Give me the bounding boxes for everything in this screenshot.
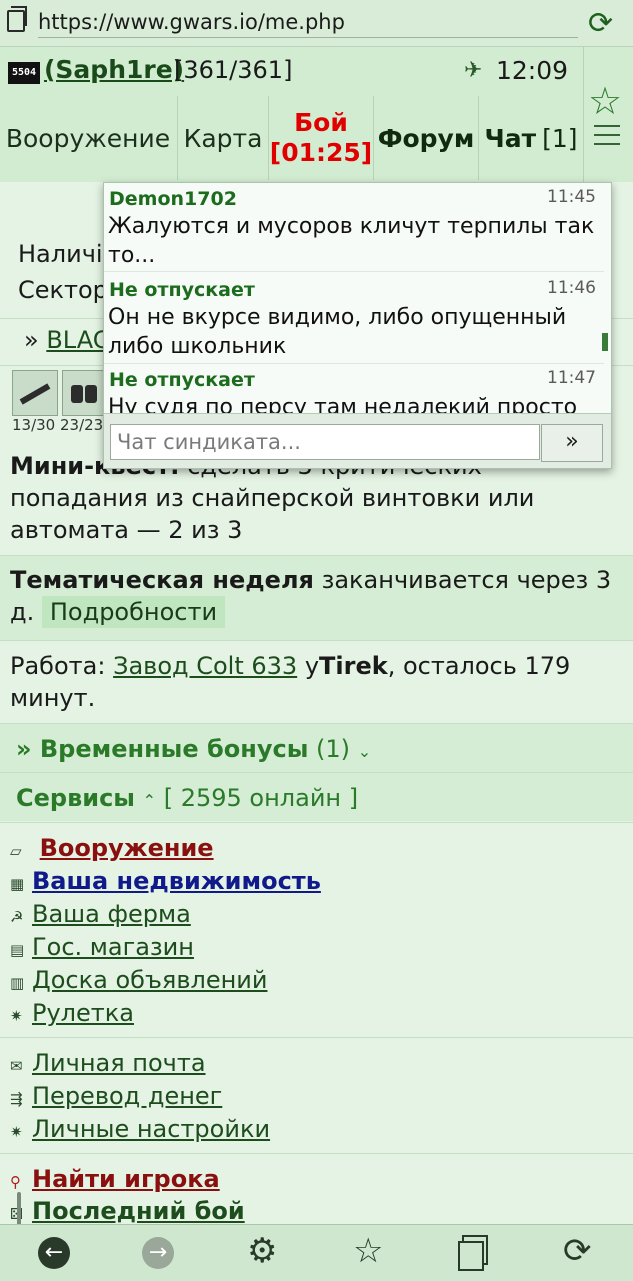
clan-logo: 5504 bbox=[8, 62, 40, 84]
bonuses-toggle[interactable]: » Временные бонусы (1) ⌄ bbox=[16, 735, 371, 763]
pistol-icon: ▱ bbox=[10, 842, 22, 860]
services-label: Сервисы bbox=[16, 784, 136, 812]
service-money-transfer[interactable]: ⇶ Перевод денег bbox=[10, 1082, 222, 1110]
chat-author[interactable]: Demon1702 bbox=[109, 188, 237, 210]
work-label: Работа: bbox=[10, 652, 106, 680]
details-button[interactable]: Подробности bbox=[41, 596, 226, 628]
miniquest-line3: автомата — 2 из 3 bbox=[10, 516, 243, 544]
spark-icon: ✷ bbox=[10, 1007, 23, 1025]
inventory-counts: 13/30 23/23 bbox=[12, 416, 104, 434]
nav-chat-count: [1] bbox=[542, 123, 578, 153]
service-find-player[interactable]: ⚲ Найти игрока bbox=[10, 1165, 220, 1193]
chat-time: 11:47 bbox=[547, 368, 596, 388]
dice-icon: ⚄ bbox=[10, 1205, 32, 1223]
theme-week-text: заканчивается через 3 bbox=[321, 566, 612, 594]
service-mail[interactable]: ✉ Личная почта bbox=[10, 1049, 206, 1077]
gear-icon[interactable]: ⚙ bbox=[247, 1231, 277, 1271]
service-roulette[interactable]: ✷ Рулетка bbox=[10, 999, 134, 1027]
chevron-up-icon: ⌃ bbox=[142, 791, 157, 810]
service-armament[interactable]: ▱ Вооружение bbox=[10, 834, 214, 862]
inventory-slot-binoculars[interactable] bbox=[62, 370, 108, 416]
nav-fight-timer: [01:25] bbox=[269, 138, 373, 167]
chat-message: Demon1702 11:45 Жалуются и мусоров кличу… bbox=[104, 183, 604, 269]
chat-message: Не отпускает 11:46 Он не вкурсе видимо, … bbox=[104, 275, 604, 361]
nav-forum[interactable]: Форум bbox=[373, 96, 478, 180]
refresh-icon[interactable]: ⟳ bbox=[563, 1231, 592, 1271]
clan-line: » BLAC bbox=[24, 326, 109, 354]
work-place-link[interactable]: Завод Colt 633 bbox=[113, 652, 297, 680]
online-count: [ 2595 онлайн ] bbox=[163, 784, 359, 812]
chat-message: Не отпускает 11:47 Ну судя по персу там … bbox=[104, 366, 604, 420]
inventory-slot-rifle[interactable] bbox=[12, 370, 58, 416]
player-nick[interactable]: (Saph1re) bbox=[44, 55, 184, 84]
service-realty[interactable]: ▦ Ваша недвижимость bbox=[10, 867, 321, 895]
nav-chat[interactable]: Чат [1] bbox=[478, 96, 583, 180]
work-line1: Работа: Завод Colt 633 уTirek, осталось … bbox=[10, 652, 570, 680]
mail-icon: ✉ bbox=[10, 1057, 23, 1075]
clan-link[interactable]: BLAC bbox=[46, 326, 109, 354]
service-farm[interactable]: ☭ Ваша ферма bbox=[10, 900, 191, 928]
spark-icon: ✷ bbox=[10, 1123, 23, 1141]
side-panel: ☆ bbox=[583, 47, 633, 182]
service-last-battle[interactable]: ⚄Последний бой bbox=[10, 1197, 245, 1225]
chat-time: 11:45 bbox=[547, 187, 596, 207]
url-field[interactable]: https://www.gwars.io/me.php bbox=[38, 10, 578, 38]
rifle-icon: ✈ bbox=[464, 58, 483, 83]
money-icon: ⇶ bbox=[10, 1090, 23, 1108]
work-rest: , осталось 179 bbox=[387, 652, 571, 680]
hp-indicator: [361/361] bbox=[174, 56, 293, 84]
nav-fight-label: Бой bbox=[294, 108, 348, 137]
forward-icon[interactable]: → bbox=[142, 1237, 174, 1269]
chat-author[interactable]: Не отпускает bbox=[109, 279, 255, 301]
server-time: 12:09 bbox=[496, 56, 569, 85]
board-icon: ▥ bbox=[10, 974, 25, 992]
calculator-icon: ▤ bbox=[10, 941, 25, 959]
work-boss[interactable]: Tirek bbox=[319, 652, 388, 680]
service-board[interactable]: ▥ Доска объявлений bbox=[10, 966, 267, 994]
browser-bottom-bar: ← → ⚙ ☆ ⟳ bbox=[0, 1224, 633, 1281]
theme-week-line2: д. Подробности bbox=[10, 596, 226, 628]
tabs-icon[interactable] bbox=[7, 10, 25, 32]
chat-text: Жалуются и мусоров кличут терпилы так то… bbox=[108, 214, 595, 268]
work-line2: минут. bbox=[10, 684, 96, 712]
theme-week-text-2: д. bbox=[10, 598, 35, 626]
browser-url-bar: https://www.gwars.io/me.php ⟳ bbox=[0, 0, 633, 47]
back-icon[interactable]: ← bbox=[38, 1237, 70, 1269]
syndicate-chat-popup: Demon1702 11:45 Жалуются и мусоров кличу… bbox=[103, 182, 612, 469]
sector-line: Сектор bbox=[18, 276, 108, 304]
chat-text: Он не вкурсе видимо, либо опущенный либо… bbox=[108, 305, 567, 359]
chat-send-button[interactable]: » bbox=[541, 424, 603, 462]
star-icon[interactable]: ☆ bbox=[353, 1231, 383, 1271]
chat-author[interactable]: Не отпускает bbox=[109, 369, 255, 391]
hamburger-menu-icon[interactable] bbox=[594, 125, 620, 145]
search-icon: ⚲ bbox=[10, 1173, 21, 1191]
services-header[interactable]: Сервисы ⌃ [ 2595 онлайн ] bbox=[16, 784, 358, 812]
chat-time: 11:46 bbox=[547, 278, 596, 298]
service-state-shop[interactable]: ▤ Гос. магазин bbox=[10, 933, 194, 961]
bonuses-count: (1) bbox=[316, 735, 351, 763]
nav-chat-label: Чат bbox=[484, 123, 537, 153]
theme-week-line1: Тематическая неделя заканчивается через … bbox=[10, 566, 611, 594]
work-at: у bbox=[304, 652, 320, 680]
miniquest-line2: попадания из снайперской винтовки или bbox=[10, 484, 535, 512]
reload-icon[interactable]: ⟳ bbox=[588, 6, 613, 41]
chat-input[interactable]: Чат синдиката... bbox=[110, 424, 540, 460]
service-settings[interactable]: ✷ Личные настройки bbox=[10, 1115, 270, 1143]
sickle-icon: ☭ bbox=[10, 908, 24, 926]
nav-map[interactable]: Карта bbox=[177, 96, 268, 180]
nav-armament[interactable]: Вооружение bbox=[0, 96, 176, 180]
chat-input-row: Чат синдиката... » bbox=[104, 413, 611, 468]
favorite-star-icon[interactable]: ☆ bbox=[588, 79, 622, 123]
bonuses-label: » Временные бонусы bbox=[16, 735, 309, 763]
chat-scrollbar[interactable] bbox=[602, 333, 608, 351]
nav-fight[interactable]: Бой [01:25] bbox=[268, 96, 373, 180]
building-icon: ▦ bbox=[10, 875, 25, 893]
chevron-down-icon: ⌄ bbox=[357, 742, 372, 761]
clan-prefix: » bbox=[24, 326, 39, 354]
theme-week-title: Тематическая неделя bbox=[10, 566, 314, 594]
cash-line: Наличі bbox=[18, 240, 103, 268]
